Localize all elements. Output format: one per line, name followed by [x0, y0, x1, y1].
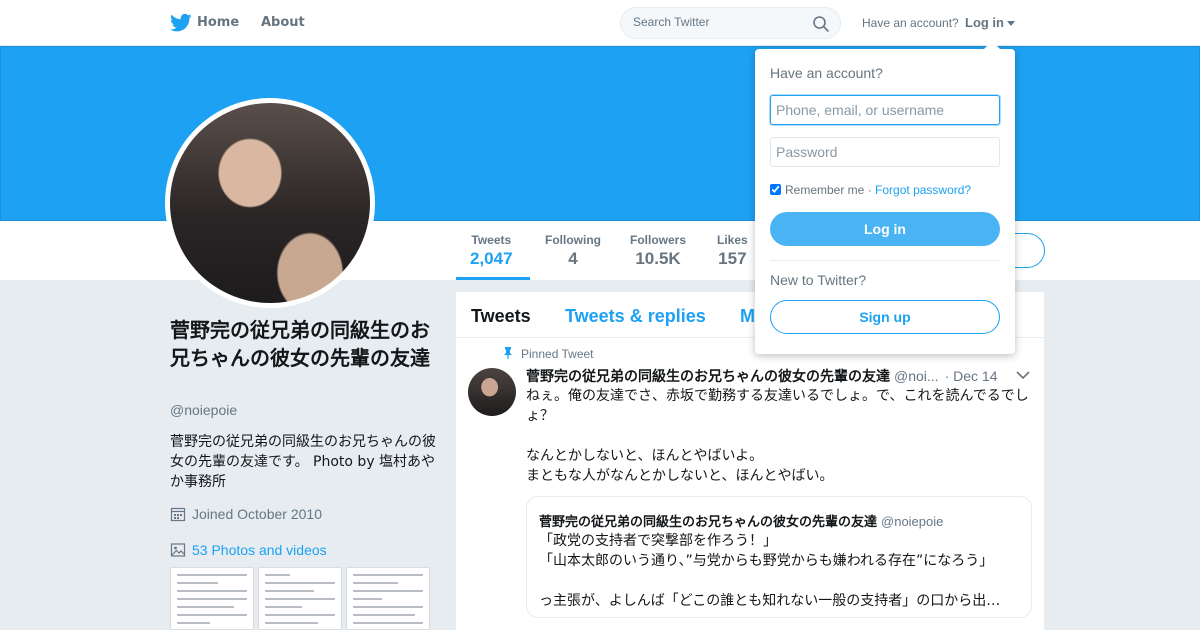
stat-tweets[interactable]: Tweets 2,047 — [470, 233, 513, 269]
quoted-tweet-text: 「政党の支持者で突撃部を作ろう！」 「山本太郎のいう通り、”与党からも野党からも… — [539, 533, 1001, 609]
stat-label: Likes — [717, 233, 748, 247]
media-thumbnails — [170, 567, 430, 630]
tweet-text: ねぇ。俺の友達でさ、赤坂で勤務する友達いるでしょ。で、これを読んでるでしょ？ な… — [526, 388, 1029, 484]
quoted-author-handle: @noiepoie — [881, 514, 944, 529]
tab-tweets-replies[interactable]: Tweets & replies — [565, 306, 706, 327]
pinned-tweet-label: Pinned Tweet — [503, 347, 594, 361]
pinned-text: Pinned Tweet — [521, 347, 594, 361]
active-stat-indicator — [456, 277, 530, 280]
image-icon — [170, 543, 186, 557]
profile-name[interactable]: 菅野完の従兄弟の同級生のお兄ちゃんの彼女の先輩の友達 — [170, 316, 440, 372]
separator-dot: · — [867, 183, 872, 197]
stat-value: 4 — [568, 249, 578, 268]
stat-label: Followers — [630, 233, 687, 247]
password-input[interactable] — [770, 137, 1000, 167]
tweet-header: 菅野完の従兄弟の同級生のお兄ちゃんの彼女の先輩の友達 @noi... · Dec 1… — [526, 366, 1036, 386]
stat-value: 157 — [718, 249, 747, 268]
chevron-down-icon[interactable] — [1016, 370, 1030, 380]
username-input[interactable] — [770, 95, 1000, 125]
quoted-author-name: 菅野完の従兄弟の同級生のお兄ちゃんの彼女の先輩の友達 — [539, 515, 878, 530]
pin-icon — [504, 347, 512, 359]
quoted-tweet[interactable]: 菅野完の従兄弟の同級生のお兄ちゃんの彼女の先輩の友達 @noiepoie 「政党の… — [526, 496, 1032, 618]
top-navigation: Home About Have an account? Log in — [0, 0, 1200, 46]
search-box — [620, 7, 841, 39]
stat-value: 2,047 — [470, 249, 513, 268]
remember-me-label[interactable]: Remember me — [785, 183, 864, 197]
remember-me-checkbox[interactable] — [770, 184, 781, 195]
tab-tweets[interactable]: Tweets — [471, 306, 531, 327]
remember-row: Remember me · Forgot password? — [770, 183, 971, 197]
media-thumbnail[interactable] — [258, 567, 342, 630]
stat-likes[interactable]: Likes 157 — [717, 233, 748, 269]
login-link-label: Log in — [965, 15, 1004, 30]
tweet-date[interactable]: · Dec 14 — [945, 368, 998, 384]
signup-button[interactable]: Sign up — [770, 300, 1000, 334]
tweet-author-name[interactable]: 菅野完の従兄弟の同級生のお兄ちゃんの彼女の先輩の友達 — [526, 369, 890, 385]
nav-home-link[interactable]: Home — [197, 15, 239, 30]
joined-date: Joined October 2010 — [192, 506, 322, 522]
dropdown-title: Have an account? — [770, 65, 883, 81]
search-input[interactable] — [633, 15, 808, 29]
stat-following[interactable]: Following 4 — [545, 233, 601, 269]
new-to-twitter-label: New to Twitter? — [770, 272, 867, 288]
tab-media[interactable]: M — [740, 306, 755, 327]
have-account-text: Have an account? — [862, 16, 959, 30]
media-thumbnail[interactable] — [346, 567, 430, 630]
profile-bio: 菅野完の従兄弟の同級生のお兄ちゃんの彼女の先輩の友達です。 Photo by 塩… — [170, 434, 436, 490]
profile-avatar[interactable] — [165, 98, 375, 308]
login-dropdown: Have an account? Remember me · Forgot pa… — [755, 41, 1015, 354]
tweet-author-handle[interactable]: @noi... — [894, 368, 939, 384]
caret-down-icon — [1007, 21, 1015, 27]
calendar-icon — [170, 507, 186, 522]
nav-about-link[interactable]: About — [261, 15, 305, 30]
stat-value: 10.5K — [635, 249, 681, 268]
photos-videos-link[interactable]: 53 Photos and videos — [170, 542, 440, 558]
profile-joined: Joined October 2010 — [170, 506, 440, 522]
forgot-password-link[interactable]: Forgot password? — [875, 183, 971, 197]
profile-handle[interactable]: @noiepoie — [170, 402, 440, 418]
login-button[interactable]: Log in — [770, 212, 1000, 246]
tweet-avatar[interactable] — [468, 368, 516, 416]
stat-label: Tweets — [471, 233, 512, 247]
stat-followers[interactable]: Followers 10.5K — [630, 233, 686, 269]
photos-videos-label: 53 Photos and videos — [192, 542, 327, 558]
twitter-bird-icon[interactable] — [170, 13, 192, 33]
stat-label: Following — [545, 233, 601, 247]
dropdown-divider — [770, 260, 1000, 261]
quoted-tweet-header: 菅野完の従兄弟の同級生のお兄ちゃんの彼女の先輩の友達 @noiepoie — [539, 511, 943, 530]
avatar-photo — [170, 103, 370, 303]
search-icon[interactable] — [812, 15, 830, 33]
media-thumbnail[interactable] — [170, 567, 254, 630]
login-dropdown-toggle[interactable]: Log in — [965, 15, 1015, 30]
